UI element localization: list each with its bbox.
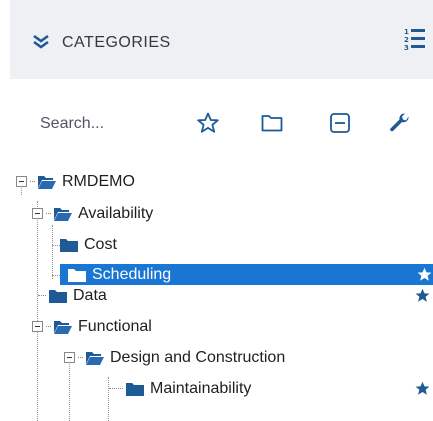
folder-open-icon bbox=[54, 320, 72, 334]
folder-icon bbox=[68, 268, 86, 282]
tree-connector bbox=[52, 225, 53, 279]
tree-connector bbox=[109, 388, 123, 389]
tree-node-availability[interactable]: Availability bbox=[32, 203, 153, 224]
tree-node-functional[interactable]: Functional bbox=[32, 316, 152, 337]
collapse-toggle-icon[interactable] bbox=[16, 176, 27, 187]
folder-open-icon bbox=[86, 351, 104, 365]
search-input[interactable] bbox=[40, 112, 150, 136]
folder-open-icon bbox=[54, 207, 72, 221]
collapse-icon[interactable] bbox=[328, 111, 352, 135]
tree-connector bbox=[46, 213, 51, 214]
tree-connector bbox=[52, 245, 60, 246]
folder-outline-icon[interactable] bbox=[260, 111, 284, 135]
folder-open-icon bbox=[38, 175, 56, 189]
collapse-toggle-icon[interactable] bbox=[64, 352, 75, 363]
tree-connector bbox=[30, 181, 35, 182]
folder-icon bbox=[49, 289, 67, 303]
tree-node-rmdemo[interactable]: RMDEMO bbox=[16, 171, 135, 192]
tree-node-scheduling[interactable]: Scheduling bbox=[60, 264, 433, 285]
tree-connector bbox=[78, 357, 83, 358]
collapse-toggle-icon[interactable] bbox=[32, 321, 43, 332]
tree-node-data[interactable]: Data bbox=[38, 285, 107, 306]
tree-connector bbox=[46, 326, 51, 327]
favorite-star-icon[interactable] bbox=[416, 266, 433, 283]
toolbar bbox=[10, 100, 433, 144]
svg-text:1: 1 bbox=[404, 28, 409, 36]
folder-icon bbox=[60, 238, 78, 252]
numbered-list-icon[interactable]: 1 2 3 bbox=[404, 26, 426, 54]
favorite-star-icon[interactable] bbox=[414, 287, 431, 304]
node-label: Scheduling bbox=[92, 265, 172, 283]
node-label: Design and Construction bbox=[110, 348, 286, 366]
node-label: Data bbox=[73, 286, 107, 304]
tree-node-maintainability[interactable]: Maintainability bbox=[109, 378, 251, 399]
node-label: RMDEMO bbox=[62, 172, 135, 190]
node-label: Availability bbox=[78, 204, 154, 222]
panel-title: CATEGORIES bbox=[62, 34, 171, 51]
wrench-icon[interactable] bbox=[388, 111, 412, 135]
favorite-star-icon[interactable] bbox=[414, 380, 431, 397]
tree-node-cost[interactable]: Cost bbox=[60, 234, 117, 255]
tree-connector bbox=[37, 201, 38, 421]
tree-node-design-and-construction[interactable]: Design and Construction bbox=[64, 347, 285, 368]
collapse-toggle-icon[interactable] bbox=[32, 208, 43, 219]
node-label: Functional bbox=[78, 317, 152, 335]
tree-connector bbox=[38, 295, 46, 296]
svg-text:3: 3 bbox=[404, 44, 409, 52]
node-label: Cost bbox=[84, 235, 117, 253]
categories-header: CATEGORIES 1 2 3 bbox=[10, 0, 433, 79]
chevrons-down-icon[interactable] bbox=[32, 34, 50, 50]
category-tree: RMDEMO Availability Cost Scheduling Data bbox=[0, 165, 433, 421]
node-label: Maintainability bbox=[150, 379, 252, 397]
tree-connector bbox=[52, 275, 60, 276]
folder-icon bbox=[126, 382, 144, 396]
star-outline-icon[interactable] bbox=[196, 111, 220, 135]
svg-text:2: 2 bbox=[404, 36, 409, 44]
